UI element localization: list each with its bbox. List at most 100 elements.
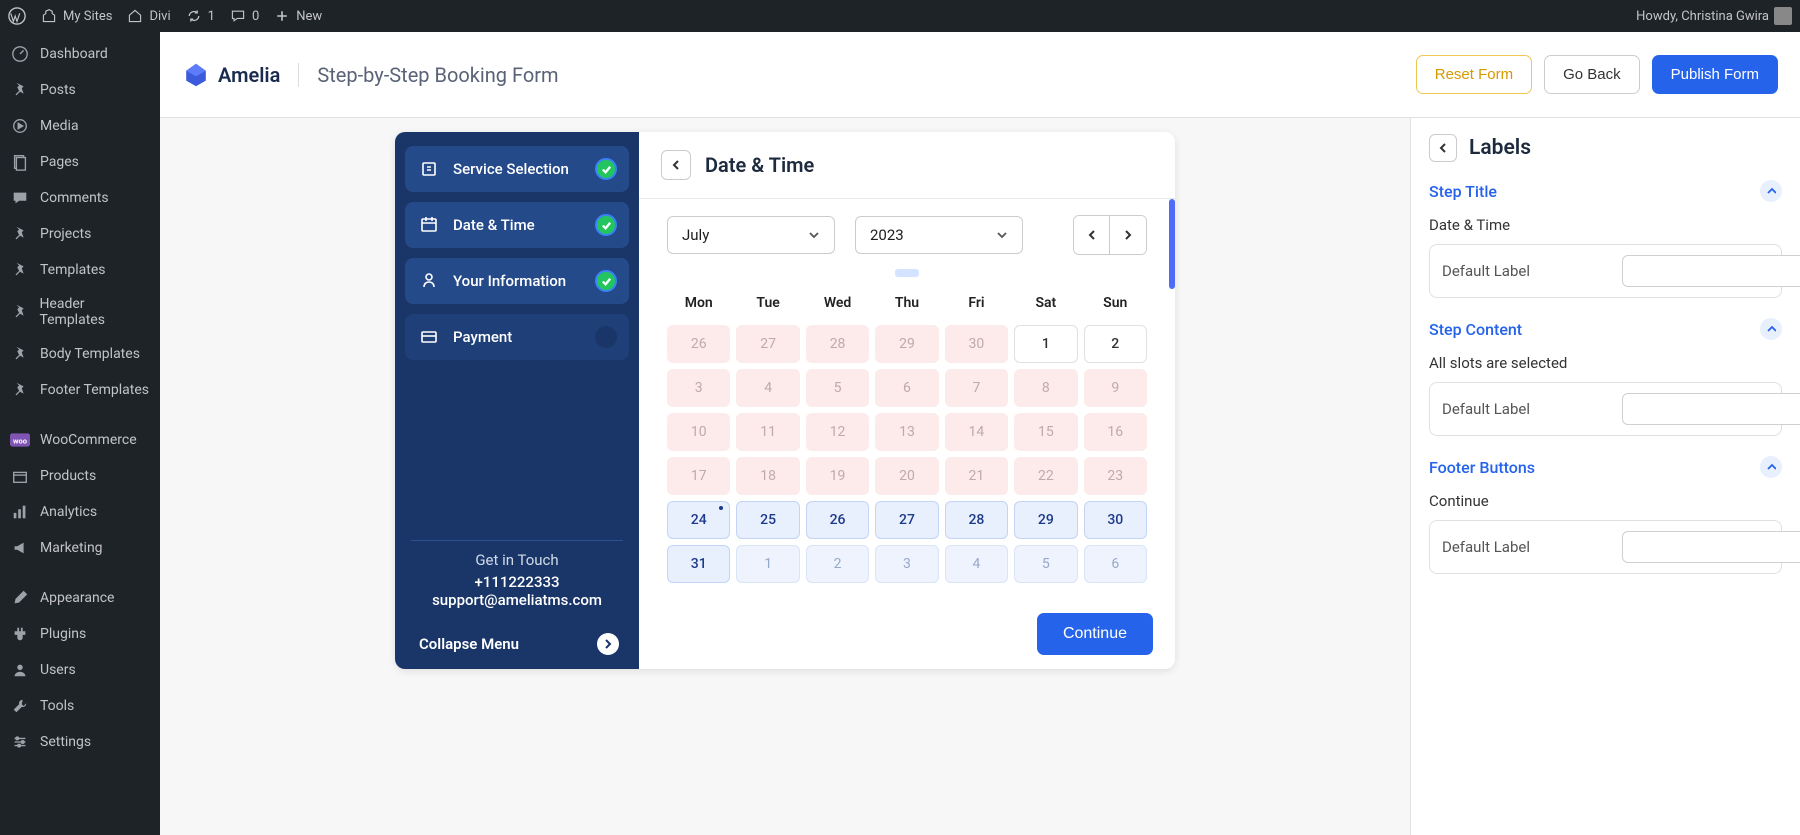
calendar-day: 30 [945,325,1008,363]
wp-menu-header-templates[interactable]: Header Templates [0,288,160,336]
wp-menu-marketing[interactable]: Marketing [0,530,160,566]
calendar-day[interactable]: 6 [1084,545,1147,583]
calendar-day[interactable]: 5 [1014,545,1077,583]
calendar-day[interactable]: 31 [667,545,730,583]
step-title-default-row: Default Label [1429,244,1782,298]
wp-menu-tools[interactable]: Tools [0,688,160,724]
calendar-day[interactable]: 2 [806,545,869,583]
user-avatar [1774,7,1792,25]
next-month-button[interactable] [1110,216,1146,254]
footer-buttons-section-header[interactable]: Footer Buttons [1429,456,1782,478]
calendar-day: 9 [1084,369,1147,407]
month-select[interactable]: July [667,216,835,254]
wp-menu-plugins[interactable]: Plugins [0,616,160,652]
my-sites-link[interactable]: My Sites [40,7,112,25]
dow-header: Sun [1084,287,1147,319]
booking-steps-sidebar: Service Selection Date & Time Your Informa… [395,132,639,669]
calendar-day[interactable]: 27 [875,501,938,539]
booking-form-panel: Date & Time July 2023 [639,132,1175,669]
site-name-link[interactable]: Divi [126,7,170,25]
wp-menu-pages[interactable]: Pages [0,144,160,180]
labels-back-button[interactable] [1429,134,1457,162]
dow-header: Mon [667,287,730,319]
reset-form-button[interactable]: Reset Form [1416,55,1532,94]
updates-link[interactable]: 1 [185,7,215,25]
calendar-day[interactable]: 29 [1014,501,1077,539]
calendar-day[interactable]: 30 [1084,501,1147,539]
calendar-day[interactable]: 1 [1014,325,1077,363]
wp-menu-media[interactable]: Media [0,108,160,144]
wp-menu-products[interactable]: Products [0,458,160,494]
wp-menu-users[interactable]: Users [0,652,160,688]
wp-menu-footer-templates[interactable]: Footer Templates [0,372,160,408]
prev-month-button[interactable] [1074,216,1110,254]
wp-menu-posts[interactable]: Posts [0,72,160,108]
calendar-day[interactable]: 24 [667,501,730,539]
wp-logo[interactable] [8,7,26,25]
calendar-day[interactable]: 28 [945,501,1008,539]
booking-step-service-selection[interactable]: Service Selection [405,146,629,192]
booking-step-payment[interactable]: Payment [405,314,629,360]
drag-handle [895,269,919,277]
continue-button[interactable]: Continue [1037,613,1153,655]
calendar-day[interactable]: 3 [875,545,938,583]
pin-icon [10,380,30,400]
collapse-menu-button[interactable]: Collapse Menu [405,619,629,669]
wp-menu-body-templates[interactable]: Body Templates [0,336,160,372]
marketing-icon [10,538,30,558]
chevron-up-icon [1760,180,1782,202]
step-content-section-header[interactable]: Step Content [1429,318,1782,340]
calendar-day: 5 [806,369,869,407]
wp-menu-comments[interactable]: Comments [0,180,160,216]
calendar-day: 13 [875,413,938,451]
calendar-day[interactable]: 1 [736,545,799,583]
wp-menu-projects[interactable]: Projects [0,216,160,252]
footer-buttons-input[interactable] [1622,531,1800,563]
pin-icon [10,224,30,244]
calendar-day[interactable]: 2 [1084,325,1147,363]
booking-step-your-information[interactable]: Your Information [405,258,629,304]
step-title-input[interactable] [1622,255,1800,287]
step-content-input[interactable] [1622,393,1800,425]
year-select[interactable]: 2023 [855,216,1023,254]
calendar-day[interactable]: 4 [945,545,1008,583]
wp-menu-analytics[interactable]: Analytics [0,494,160,530]
comments-link[interactable]: 0 [229,7,259,25]
form-back-button[interactable] [661,150,691,180]
analytics-icon [10,502,30,522]
howdy-link[interactable]: Howdy, Christina Gwira [1636,7,1792,25]
calendar-day[interactable]: 25 [736,501,799,539]
arrow-right-icon [597,633,619,655]
calendar-day: 11 [736,413,799,451]
publish-form-button[interactable]: Publish Form [1652,55,1778,94]
wp-menu-templates[interactable]: Templates [0,252,160,288]
calendar-day[interactable]: 26 [806,501,869,539]
amelia-logo: Amelia [182,61,280,89]
new-link[interactable]: New [273,7,322,25]
booking-step-date-time[interactable]: Date & Time [405,202,629,248]
pin-icon [10,344,30,364]
go-back-button[interactable]: Go Back [1544,55,1640,94]
step-icon [419,214,441,236]
pages-icon [10,152,30,172]
wp-admin-toolbar: My Sites Divi 1 0 New Howdy, Christina G… [0,0,1800,32]
calendar-day: 21 [945,457,1008,495]
wp-menu-settings[interactable]: Settings [0,724,160,760]
amelia-topbar: Amelia Step-by-Step Booking Form Reset F… [160,32,1800,118]
calendar-day: 20 [875,457,938,495]
users-icon [10,660,30,680]
chevron-up-icon [1760,318,1782,340]
wp-menu-appearance[interactable]: Appearance [0,580,160,616]
wp-menu-dashboard[interactable]: Dashboard [0,36,160,72]
calendar-day: 3 [667,369,730,407]
step-icon [419,326,441,348]
step-content-label: All slots are selected [1429,354,1782,372]
step-title-section-header[interactable]: Step Title [1429,180,1782,202]
footer-buttons-label: Continue [1429,492,1782,510]
calendar-day: 16 [1084,413,1147,451]
pin-icon [10,260,30,280]
pending-icon [595,326,617,348]
wp-menu-woocommerce[interactable]: wooWooCommerce [0,422,160,458]
scroll-indicator [1169,199,1175,289]
dow-header: Tue [736,287,799,319]
